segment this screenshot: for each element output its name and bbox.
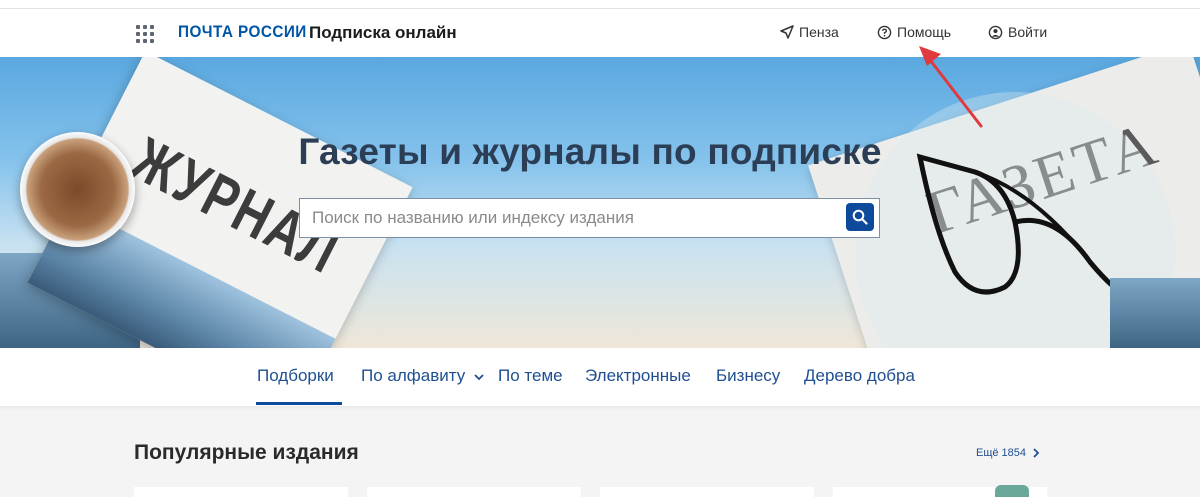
publication-card[interactable]	[600, 487, 814, 497]
top-strip	[0, 0, 1200, 9]
site-header: ПОЧТА РОССИИ Подписка онлайн Пенза Помощ…	[0, 9, 1200, 57]
hero-title: Газеты и журналы по подписке	[298, 131, 882, 172]
chevron-right-icon	[1033, 448, 1040, 458]
glasses-image	[916, 153, 1131, 300]
tab-electronic[interactable]: Электронные	[585, 366, 691, 386]
city-selector[interactable]: Пенза	[780, 24, 839, 40]
login-link[interactable]: Войти	[988, 24, 1047, 40]
publication-card[interactable]	[367, 487, 581, 497]
tab-alphabet[interactable]: По алфавиту	[361, 366, 485, 386]
active-tab-indicator	[256, 402, 342, 405]
popular-section-title: Популярные издания	[134, 441, 359, 464]
login-label: Войти	[1008, 24, 1048, 40]
city-label: Пенза	[799, 24, 839, 40]
category-tabs: Подборки По алфавиту По теме Электронные…	[0, 348, 1200, 406]
search-box	[299, 198, 880, 238]
tab-alphabet-label: По алфавиту	[361, 366, 466, 385]
tab-collections[interactable]: Подборки	[257, 366, 334, 386]
publication-card[interactable]	[134, 487, 348, 497]
search-button[interactable]	[846, 203, 874, 231]
help-link[interactable]: Помощь	[877, 24, 951, 40]
apps-grid-icon[interactable]	[136, 25, 154, 43]
help-label: Помощь	[897, 24, 952, 40]
hero-banner: ЖУРНАЛ ГАЗЕТА Газеты и журналы по подпис…	[0, 57, 1200, 348]
user-icon	[988, 25, 1003, 39]
help-circle-icon	[877, 25, 892, 39]
chevron-down-icon	[474, 373, 484, 380]
show-more-label: Ещё 1854	[976, 447, 1027, 459]
russian-post-logo[interactable]: ПОЧТА РОССИИ	[178, 22, 307, 42]
search-icon	[852, 209, 868, 225]
search-input[interactable]	[312, 199, 832, 237]
tab-topic[interactable]: По теме	[498, 366, 563, 386]
card-cover-image	[995, 485, 1029, 497]
tab-tree-of-good[interactable]: Дерево добра	[804, 366, 915, 386]
service-title[interactable]: Подписка онлайн	[309, 23, 457, 43]
tab-business[interactable]: Бизнесу	[716, 366, 780, 386]
show-more-link[interactable]: Ещё 1854	[976, 447, 1040, 459]
location-arrow-icon	[780, 25, 794, 39]
